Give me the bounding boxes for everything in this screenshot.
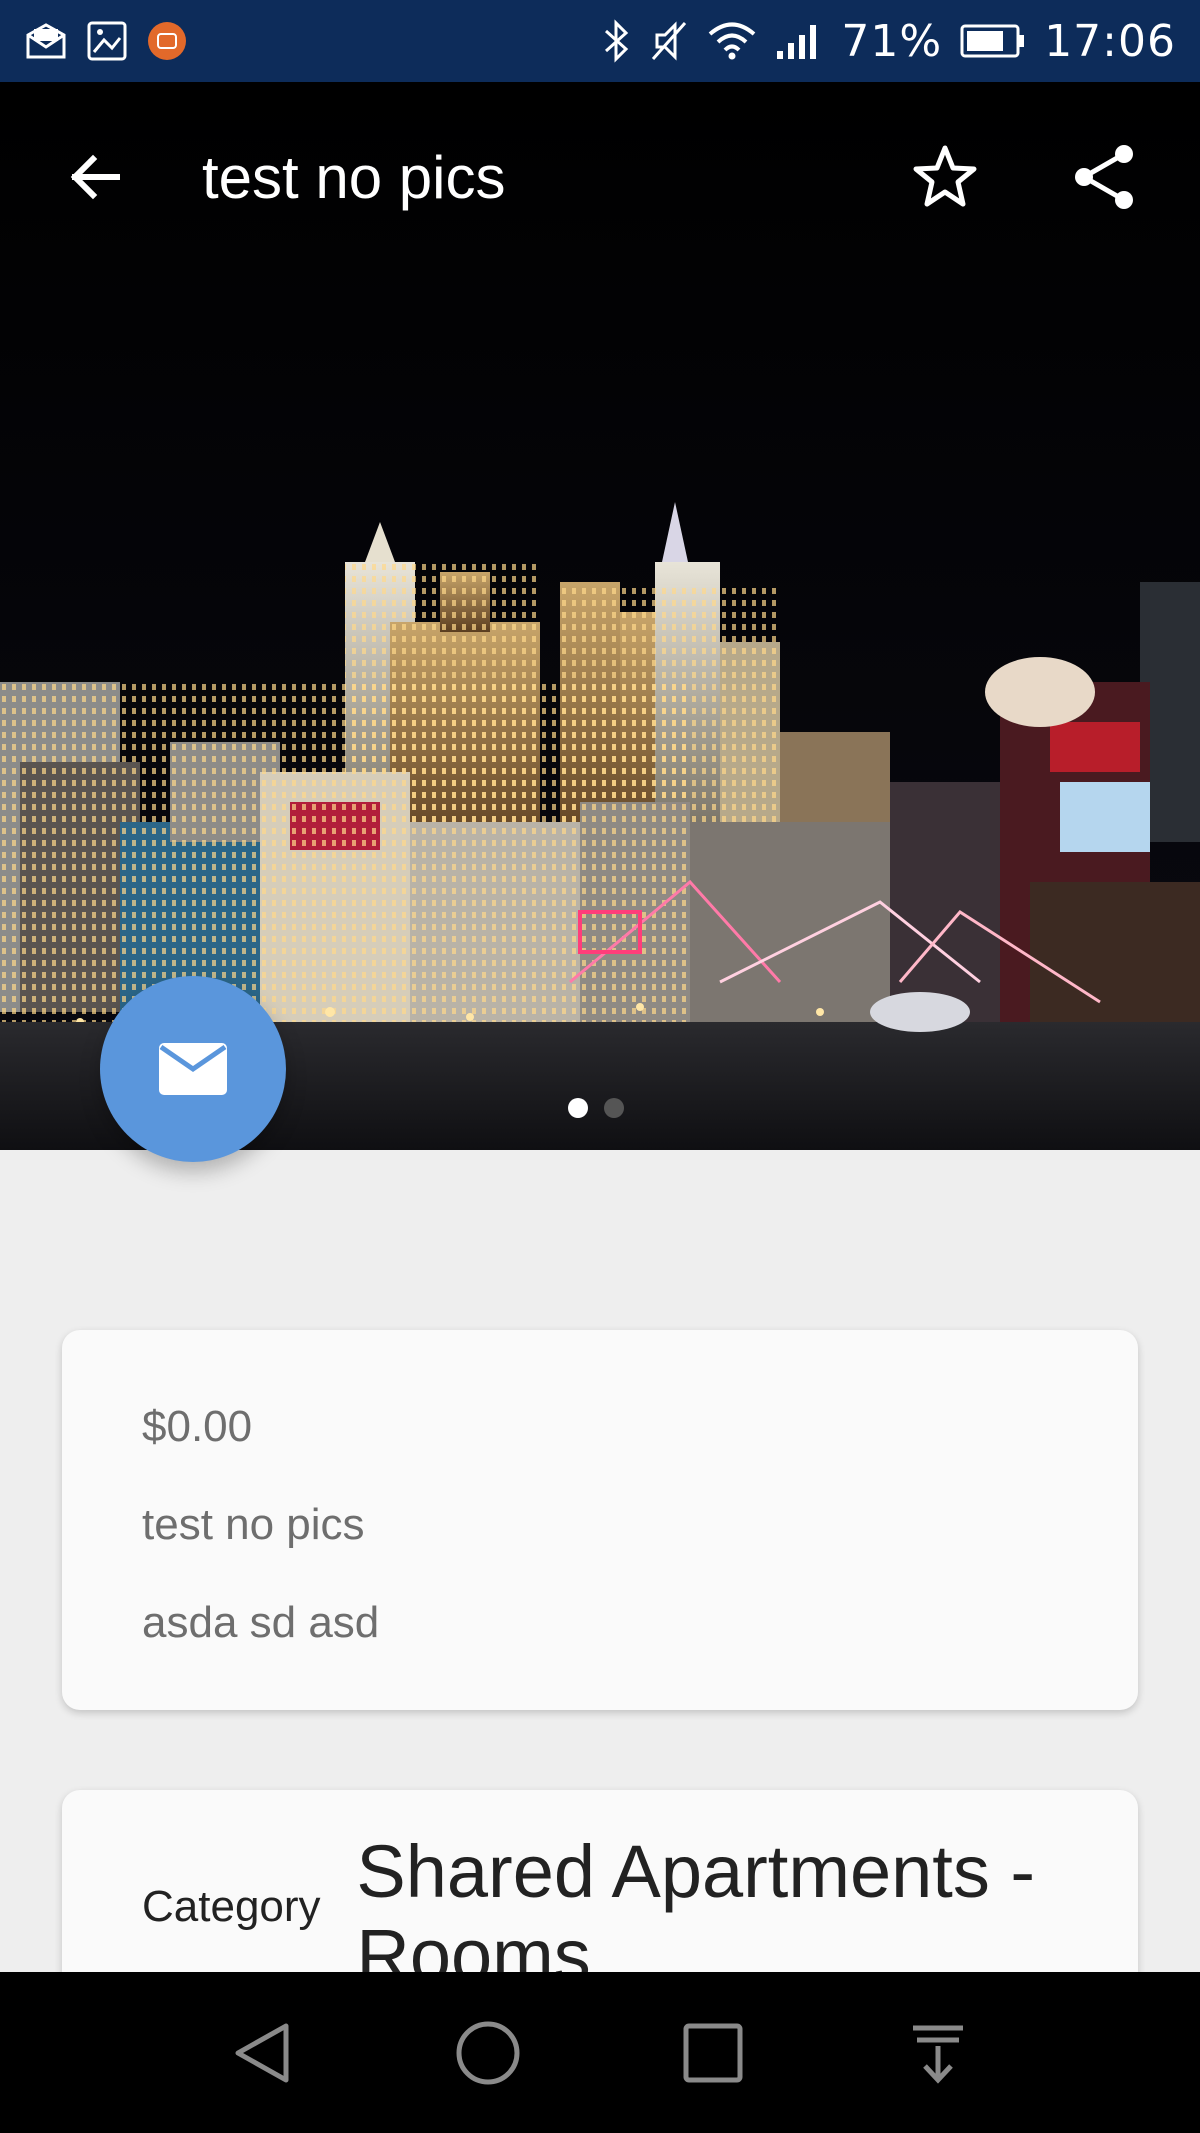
listing-summary-card: $0.00 test no pics asda sd asd — [62, 1330, 1138, 1710]
bluetooth-icon — [601, 19, 631, 63]
nav-back-icon[interactable] — [203, 1993, 323, 2113]
system-navigation-bar — [0, 1972, 1200, 2133]
carousel-indicator — [568, 1098, 624, 1118]
carousel-dot-2[interactable] — [604, 1098, 624, 1118]
listing-description: asda sd asd — [142, 1598, 380, 1647]
app-toolbar: test no pics — [0, 82, 1200, 272]
toolbar-title: test no pics — [202, 143, 506, 211]
wifi-icon — [707, 21, 757, 61]
share-icon[interactable] — [1050, 122, 1160, 232]
signal-icon — [775, 21, 823, 61]
notification-icons — [24, 20, 188, 62]
mail-icon — [159, 1043, 227, 1095]
clock: 17:06 — [1044, 15, 1176, 67]
contact-mail-button[interactable] — [100, 976, 286, 1162]
battery-percent: 71% — [841, 15, 943, 67]
nav-recents-icon[interactable] — [653, 1993, 773, 2113]
nav-notifications-icon[interactable] — [878, 1993, 998, 2113]
nav-home-icon[interactable] — [428, 1993, 548, 2113]
toolbar-actions — [890, 122, 1160, 232]
listing-price: $0.00 — [142, 1402, 253, 1451]
system-icons: 71% 17:06 — [601, 16, 1176, 67]
image-notification-icon — [86, 20, 128, 62]
listing-title: test no pics — [142, 1500, 365, 1549]
mi-app-icon — [146, 20, 188, 62]
battery-icon — [960, 23, 1026, 59]
back-arrow-icon[interactable] — [40, 122, 150, 232]
star-outline-icon[interactable] — [890, 122, 1000, 232]
status-bar: 71% 17:06 — [0, 0, 1200, 82]
vibrate-off-icon — [649, 19, 689, 63]
mail-notification-icon — [24, 21, 68, 61]
carousel-dot-1[interactable] — [568, 1098, 588, 1118]
